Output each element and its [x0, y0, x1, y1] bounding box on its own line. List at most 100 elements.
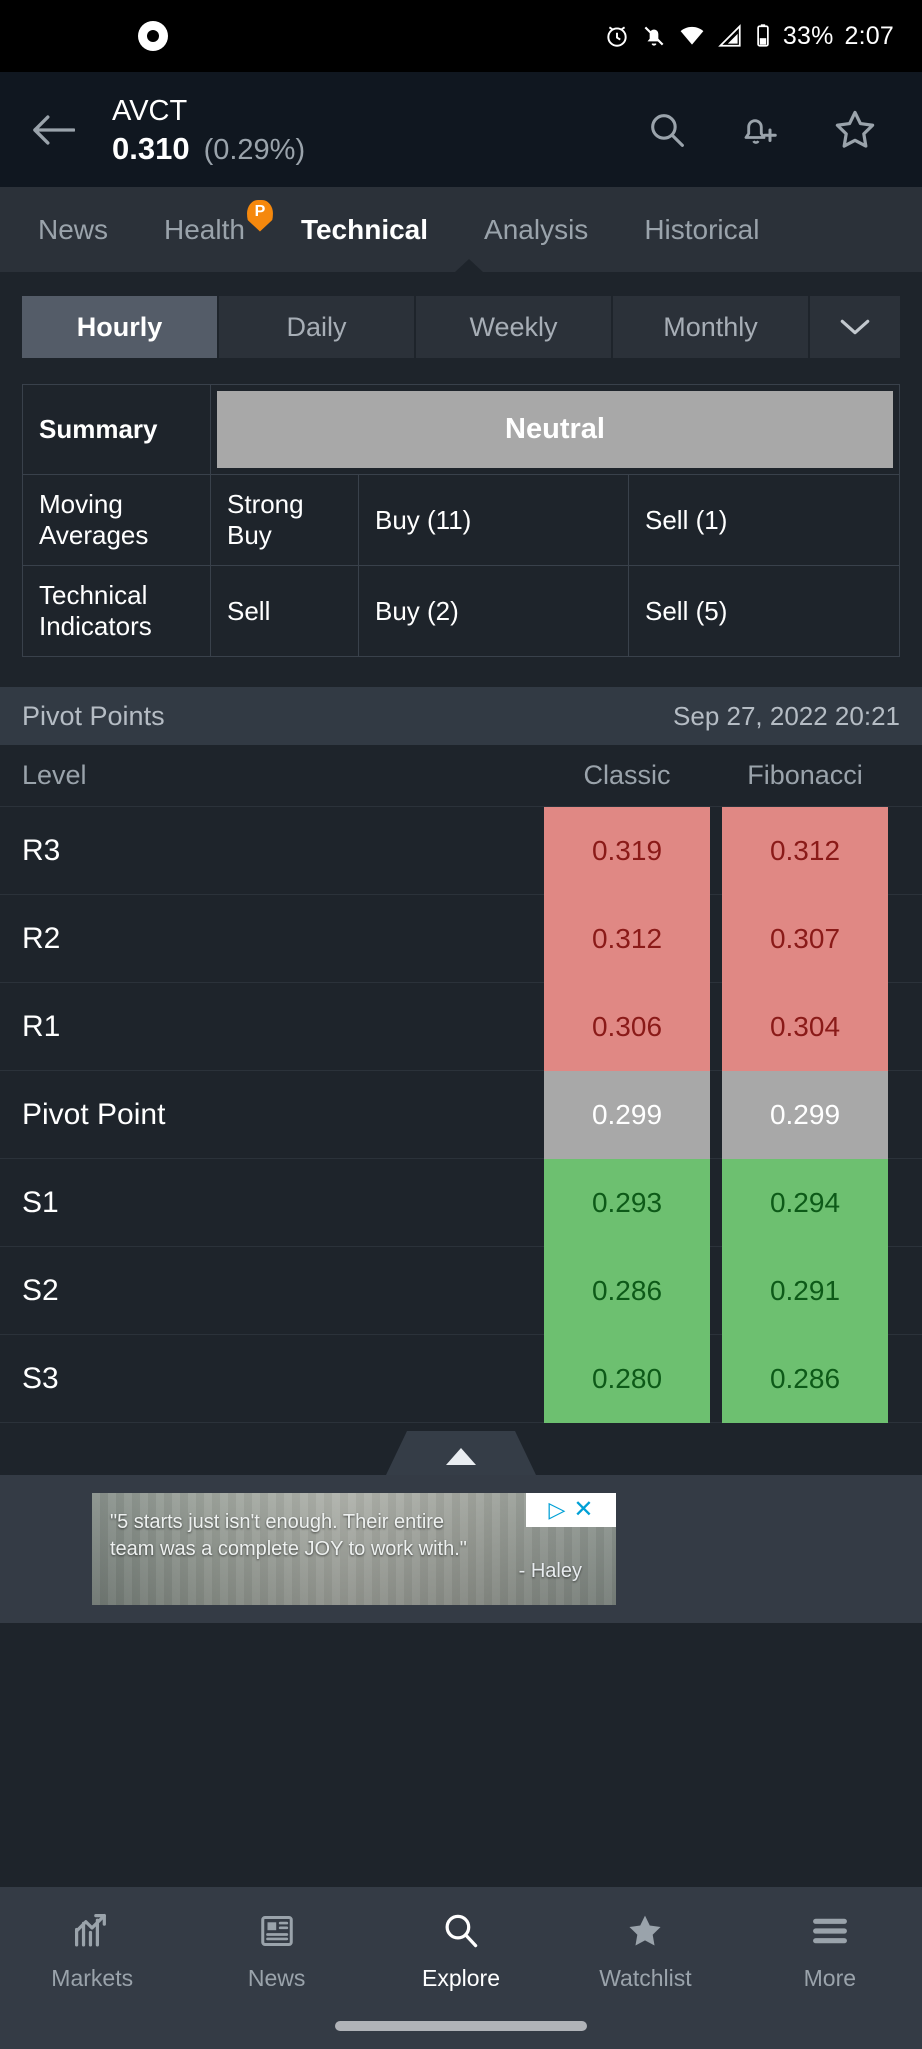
table-row: S1 0.293 0.294	[0, 1158, 922, 1247]
add-alert-button[interactable]	[734, 103, 788, 157]
app-bar-actions	[640, 103, 900, 157]
nav-label-watchlist: Watchlist	[599, 1965, 692, 1991]
pivot-fibonacci-value: 0.307	[722, 894, 888, 983]
nav-label-markets: Markets	[51, 1965, 134, 1991]
star-icon	[625, 1909, 665, 1953]
pivot-classic-value: 0.299	[544, 1070, 710, 1159]
pivot-fibonacci-value: 0.294	[722, 1158, 888, 1247]
tab-health[interactable]: Health P	[162, 199, 273, 256]
watchlist-star-button[interactable]	[828, 103, 882, 157]
pivot-classic-value: 0.312	[544, 894, 710, 983]
tab-health-label: Health	[164, 213, 245, 245]
pivot-level-label: S3	[22, 1361, 59, 1395]
nav-item-more[interactable]: More	[738, 1909, 922, 1992]
search-button[interactable]	[640, 103, 694, 157]
tab-historical[interactable]: Historical	[642, 204, 761, 256]
technical-summary-table: Summary Neutral Moving Averages Strong B…	[0, 358, 922, 657]
pivot-points-timestamp: Sep 27, 2022 20:21	[673, 700, 900, 731]
signal-icon	[718, 24, 741, 47]
table-row: S3 0.280 0.286	[0, 1334, 922, 1423]
nav-item-explore[interactable]: Explore	[369, 1909, 553, 1992]
tab-news[interactable]: News	[36, 204, 110, 256]
chrome-icon	[138, 21, 168, 51]
technical-indicators-verdict: Sell	[210, 565, 359, 657]
pivot-fibonacci-value: 0.312	[722, 806, 888, 895]
pivot-level-label: R1	[22, 1009, 61, 1043]
table-row: Pivot Point 0.299 0.299	[0, 1070, 922, 1159]
search-icon	[651, 113, 684, 147]
advertisement-zone: "5 starts just isn't enough. Their entir…	[0, 1475, 922, 1623]
moving-averages-verdict: Strong Buy	[210, 474, 359, 566]
pivot-classic-value: 0.286	[544, 1246, 710, 1335]
summary-verdict-badge: Neutral	[217, 391, 893, 468]
add-alert-icon	[744, 118, 777, 144]
timeframe-more-button[interactable]	[810, 296, 900, 358]
technical-indicators-buy: Buy (2)	[358, 565, 629, 657]
close-icon[interactable]: ✕	[573, 1498, 593, 1522]
ad-controls: ▷ ✕	[526, 1493, 616, 1527]
pivot-fibonacci-value: 0.299	[722, 1070, 888, 1159]
column-header-level: Level	[22, 760, 87, 790]
status-bar-right: 33% 2:07	[604, 22, 894, 51]
notifications-off-icon	[644, 26, 664, 46]
timeframe-row: Hourly Daily Weekly Monthly	[22, 296, 900, 358]
adchoices-icon[interactable]: ▷	[548, 1499, 565, 1521]
app-bar: AVCT 0.310 (0.29%)	[0, 72, 922, 187]
collapse-handle-button[interactable]	[386, 1431, 536, 1475]
pivot-level-label: Pivot Point	[22, 1097, 166, 1131]
symbol-price: 0.310	[112, 130, 190, 166]
ad-banner[interactable]: "5 starts just isn't enough. Their entir…	[92, 1493, 616, 1605]
timeframe-weekly[interactable]: Weekly	[416, 296, 613, 358]
table-row: Moving Averages Strong Buy Buy (11) Sell…	[22, 474, 900, 566]
battery-icon	[757, 24, 769, 47]
symbol-ticker: AVCT	[112, 94, 188, 127]
moving-averages-buy: Buy (11)	[358, 474, 629, 566]
battery-percent: 33%	[782, 21, 834, 50]
nav-label-more: More	[803, 1965, 857, 1991]
timeframe-monthly[interactable]: Monthly	[613, 296, 810, 358]
pivot-points-header: Pivot Points Sep 27, 2022 20:21	[0, 687, 922, 745]
wifi-icon	[680, 26, 704, 45]
table-row: R3 0.319 0.312	[0, 806, 922, 895]
ad-quote-text: "5 starts just isn't enough. Their entir…	[110, 1511, 467, 1560]
chevron-up-icon	[446, 1447, 476, 1465]
summary-table: Summary Neutral Moving Averages Strong B…	[22, 384, 900, 657]
nav-item-markets[interactable]: Markets	[0, 1909, 184, 1992]
panel-collapse-area	[0, 1423, 922, 1475]
star-icon	[835, 110, 875, 148]
status-bar-left	[138, 21, 168, 51]
back-button[interactable]	[22, 99, 84, 161]
newspaper-icon	[258, 1909, 296, 1953]
search-icon	[441, 1909, 481, 1953]
pivot-classic-value: 0.306	[544, 982, 710, 1071]
pivot-level-label: R3	[22, 833, 61, 867]
alarm-icon	[607, 26, 627, 47]
chevron-down-icon	[840, 319, 870, 335]
tab-historical-label: Historical	[644, 213, 760, 245]
symbol-change: (0.29%)	[203, 133, 306, 166]
ad-attribution: - Haley	[518, 1560, 582, 1582]
timeframe-hourly[interactable]: Hourly	[22, 296, 219, 358]
pivot-fibonacci-value: 0.286	[722, 1334, 888, 1423]
summary-verdict-cell: Neutral	[210, 384, 900, 475]
table-row: S2 0.286 0.291	[0, 1246, 922, 1335]
app-screen: 33% 2:07 AVCT 0.310 (0.29%) News Health …	[0, 0, 922, 2049]
tab-analysis[interactable]: Analysis	[482, 204, 590, 256]
hamburger-icon	[810, 1909, 850, 1953]
timeframe-daily[interactable]: Daily	[219, 296, 416, 358]
pivot-classic-value: 0.319	[544, 806, 710, 895]
table-row: Technical Indicators Sell Buy (2) Sell (…	[22, 565, 900, 657]
column-header-fibonacci: Fibonacci	[747, 760, 863, 790]
tab-technical[interactable]: Technical	[299, 204, 430, 256]
summary-row-label: Summary	[22, 384, 211, 475]
pivot-fibonacci-value: 0.304	[722, 982, 888, 1071]
section-tabs: News Health P Technical Analysis Histori…	[0, 187, 922, 272]
bottom-navigation: Markets News Explore Watchlist More	[0, 1887, 922, 2049]
table-row: R1 0.306 0.304	[0, 982, 922, 1071]
nav-item-watchlist[interactable]: Watchlist	[553, 1909, 737, 1992]
nav-item-news[interactable]: News	[184, 1909, 368, 1992]
tab-analysis-label: Analysis	[484, 213, 589, 245]
symbol-price-row: 0.310 (0.29%)	[112, 131, 305, 167]
status-bar: 33% 2:07	[0, 0, 922, 72]
moving-averages-label: Moving Averages	[22, 474, 211, 566]
